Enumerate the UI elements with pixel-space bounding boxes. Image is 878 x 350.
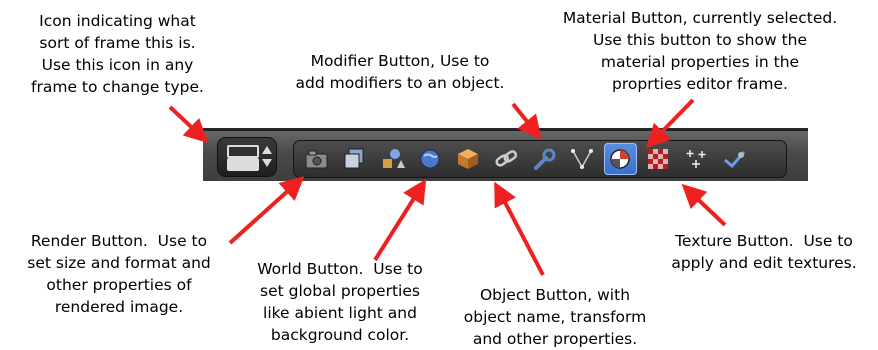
- arrow-object: [494, 181, 545, 276]
- arrow-modifier: [511, 102, 542, 140]
- arrow-frame-type: [168, 105, 209, 144]
- arrow-world: [373, 178, 427, 262]
- arrow-render: [228, 175, 305, 245]
- annotation-arrows: [168, 98, 727, 276]
- arrow-texture: [681, 183, 727, 227]
- arrow-material: [645, 98, 695, 149]
